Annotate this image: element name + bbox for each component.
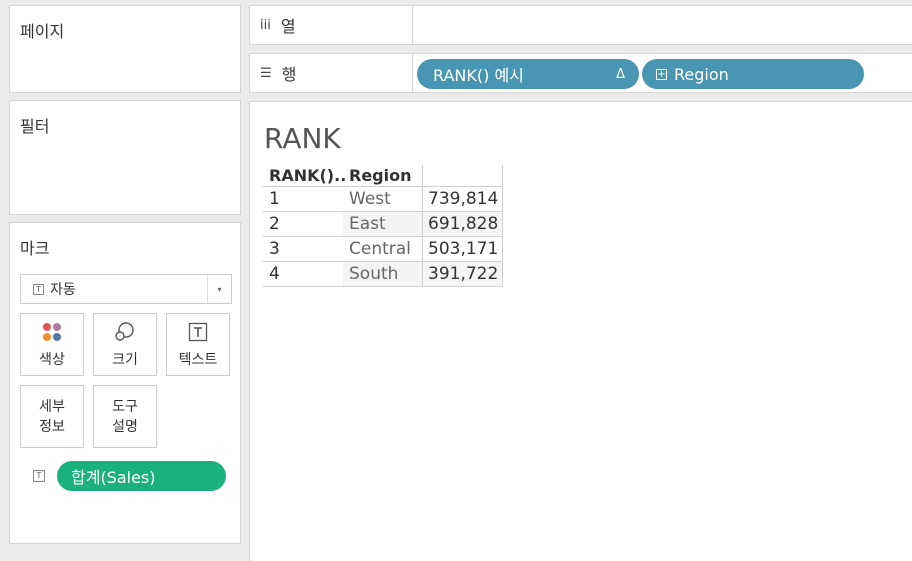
columns-shelf[interactable]: iii 열 <box>249 5 912 45</box>
rows-shelf[interactable]: ☰ 행 RANK() 예시 Δ + Region <box>249 53 912 93</box>
columns-icon: iii <box>260 17 271 33</box>
delta-icon: Δ <box>616 66 625 82</box>
pages-title: 페이지 <box>20 22 65 41</box>
pages-card[interactable]: 페이지 <box>9 5 241 93</box>
mark-type-label: 자동 <box>50 282 76 298</box>
tooltip-label: 도구 설명 <box>112 398 138 435</box>
detail-button[interactable]: 세부 정보 <box>20 385 84 448</box>
text-label: 텍스트 <box>178 351 218 368</box>
rank-cell: 4 <box>269 264 280 284</box>
filters-card[interactable]: 필터 <box>9 100 241 215</box>
marks-title: 마크 <box>20 239 50 258</box>
region-pill[interactable]: + Region <box>642 59 864 89</box>
color-label: 색상 <box>39 351 65 368</box>
rows-shelf-label: ☰ 행 <box>250 54 413 92</box>
table-row[interactable]: 4 South 391,722 <box>263 262 503 287</box>
rank-cell: 3 <box>269 239 280 259</box>
marks-card: 마크 T 자동 ▾ 색상 크기 텍스트 세부 정보 도구 설명 T 합계(Sal… <box>9 222 241 544</box>
sales-cell: 691,828 <box>428 214 499 234</box>
columns-label: 열 <box>280 17 296 36</box>
rank-cell: 1 <box>269 189 280 209</box>
size-icon <box>113 321 137 343</box>
chevron-down-icon[interactable]: ▾ <box>207 275 231 303</box>
rank-calc-pill[interactable]: RANK() 예시 Δ <box>417 59 639 89</box>
text-mark-icon: T <box>33 283 44 295</box>
text-icon <box>188 321 208 343</box>
detail-label: 세부 정보 <box>39 398 65 435</box>
rows-icon: ☰ <box>260 65 272 81</box>
sales-cell: 503,171 <box>428 239 499 259</box>
rows-label: 행 <box>281 65 297 84</box>
color-button[interactable]: 색상 <box>20 313 84 376</box>
size-button[interactable]: 크기 <box>93 313 157 376</box>
worksheet-title: RANK <box>264 122 341 155</box>
rank-cell: 2 <box>269 214 280 234</box>
tooltip-button[interactable]: 도구 설명 <box>93 385 157 448</box>
sales-sum-pill[interactable]: 합계(Sales) <box>57 461 226 491</box>
region-pill-label: Region <box>674 64 729 84</box>
region-cell: Central <box>349 239 411 259</box>
filters-title: 필터 <box>20 117 50 136</box>
table-row[interactable]: 2 East 691,828 <box>263 212 503 237</box>
mark-type-select[interactable]: T 자동 ▾ <box>20 274 232 304</box>
sales-cell: 391,722 <box>428 264 499 284</box>
expand-plus-icon[interactable]: + <box>656 68 667 80</box>
rank-calc-label: RANK() 예시 <box>433 66 524 85</box>
columns-shelf-label: iii 열 <box>250 6 413 44</box>
region-cell: South <box>349 264 399 284</box>
rank-header[interactable]: RANK().. <box>269 165 346 187</box>
color-dots-icon <box>41 321 63 343</box>
worksheet-view: RANK RANK().. Region 1 West 739,814 2 Ea… <box>249 101 912 561</box>
region-header[interactable]: Region <box>349 165 412 187</box>
text-button[interactable]: 텍스트 <box>166 313 230 376</box>
table-row[interactable]: 1 West 739,814 <box>263 187 503 212</box>
size-label: 크기 <box>112 351 138 368</box>
sales-cell: 739,814 <box>428 189 499 209</box>
table-row[interactable]: 3 Central 503,171 <box>263 237 503 262</box>
region-cell: East <box>349 214 386 234</box>
text-field-icon: T <box>33 470 45 482</box>
region-cell: West <box>349 189 391 209</box>
